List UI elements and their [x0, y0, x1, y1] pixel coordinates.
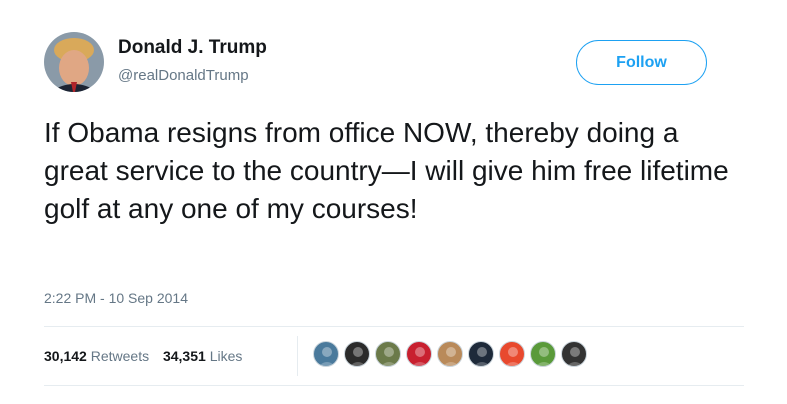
- divider: [44, 385, 744, 386]
- liker-avatar[interactable]: [437, 341, 463, 367]
- likes-stat[interactable]: 34,351 Likes: [163, 348, 242, 364]
- follow-button[interactable]: Follow: [576, 40, 707, 85]
- display-name[interactable]: Donald J. Trump: [118, 37, 267, 59]
- retweets-count: 30,142: [44, 348, 87, 364]
- liker-avatar[interactable]: [530, 341, 556, 367]
- liker-avatar[interactable]: [344, 341, 370, 367]
- retweets-stat[interactable]: 30,142 Retweets: [44, 348, 149, 364]
- tweet-timestamp[interactable]: 2:22 PM - 10 Sep 2014: [44, 288, 188, 308]
- user-handle[interactable]: @realDonaldTrump: [118, 66, 249, 86]
- avatar[interactable]: [44, 32, 104, 92]
- liker-avatar[interactable]: [375, 341, 401, 367]
- likes-count: 34,351: [162, 348, 206, 364]
- liker-avatar[interactable]: [561, 341, 587, 367]
- tweet-stats: 30,142 Retweets 34,351 Likes: [44, 346, 252, 366]
- liker-avatar[interactable]: [468, 341, 494, 367]
- likes-label: Likes: [209, 348, 243, 364]
- liker-avatars: [313, 341, 592, 371]
- retweets-label: Retweets: [90, 348, 150, 364]
- stats-separator: [297, 336, 298, 376]
- divider: [44, 326, 744, 327]
- liker-avatar[interactable]: [499, 341, 525, 367]
- tweet-text: If Obama resigns from office NOW, thereb…: [44, 117, 729, 224]
- liker-avatar[interactable]: [313, 341, 339, 367]
- liker-avatar[interactable]: [406, 341, 432, 367]
